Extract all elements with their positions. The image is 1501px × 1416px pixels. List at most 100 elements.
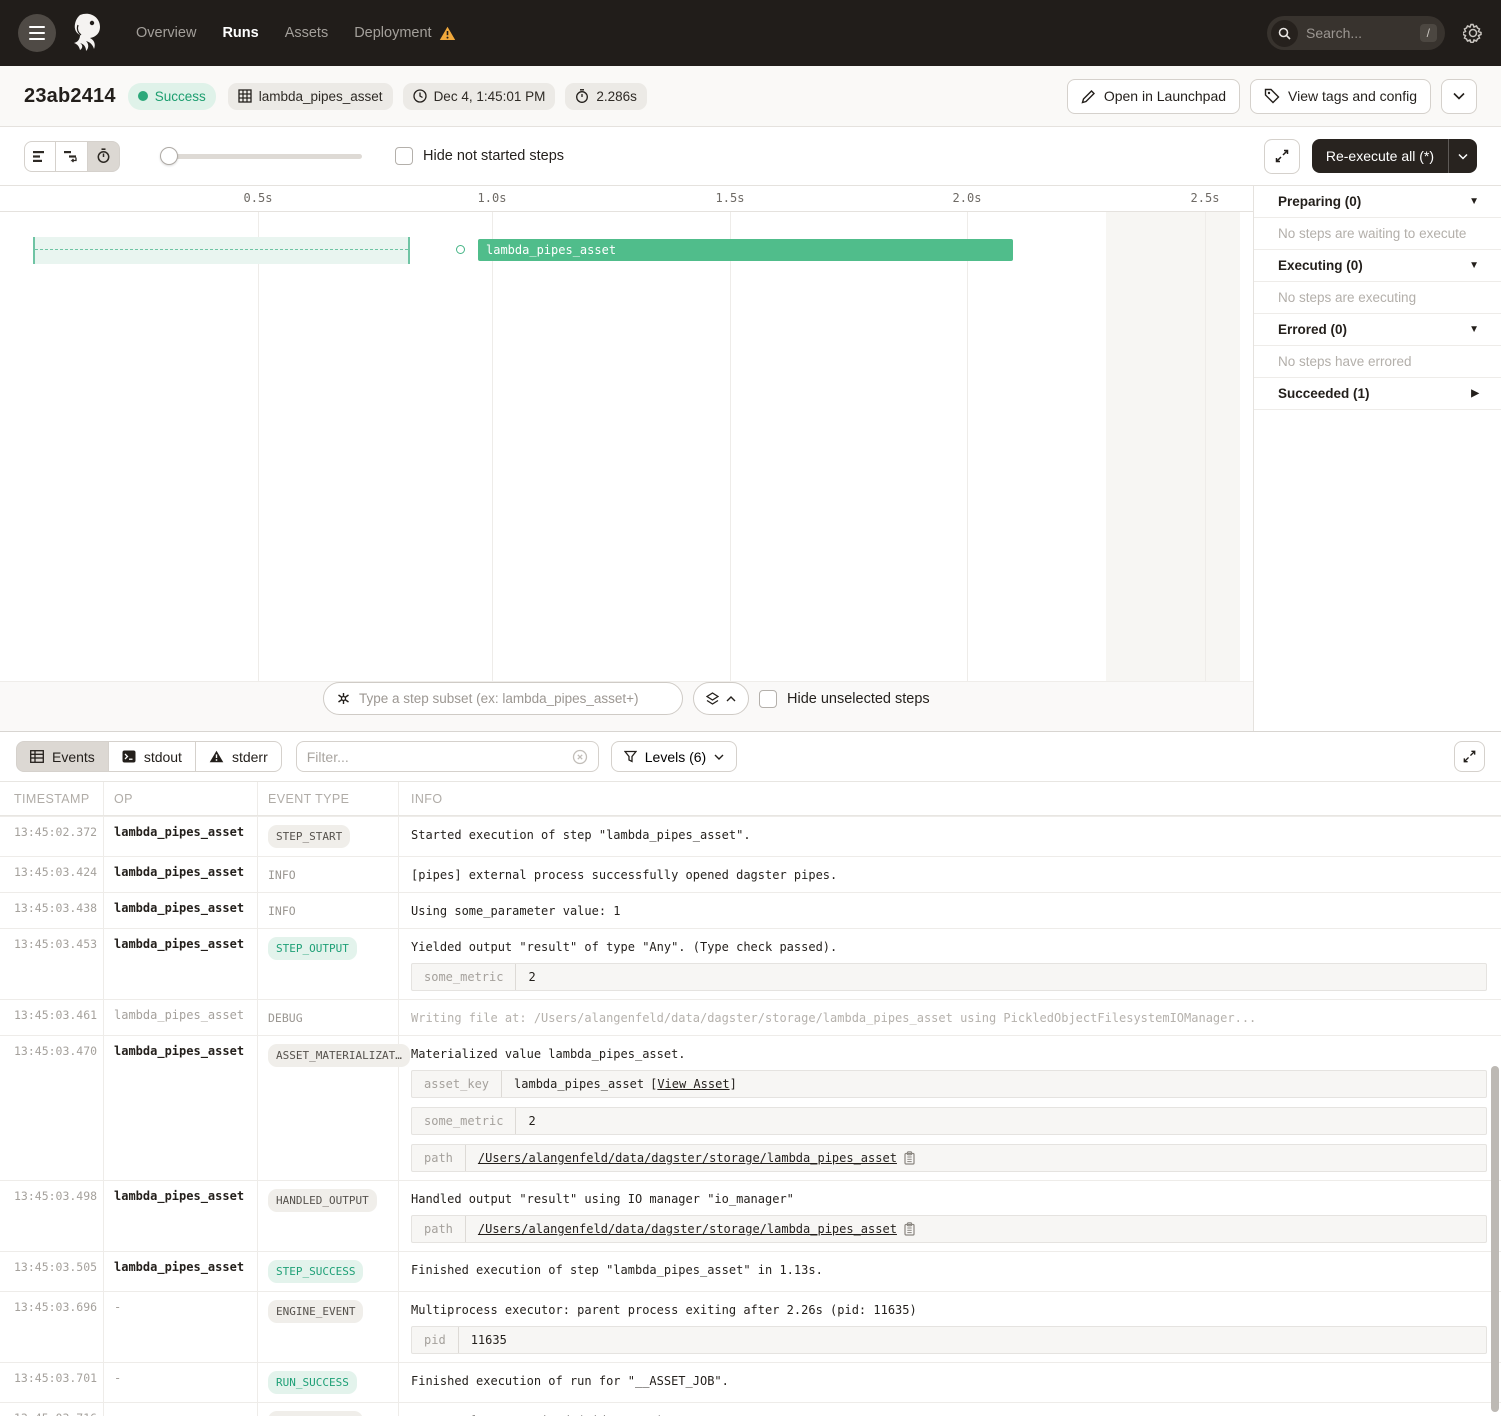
sidebar-section-message: No steps have errored — [1254, 346, 1501, 378]
event-log-row[interactable]: 13:45:03.498lambda_pipes_assetHANDLED_OU… — [0, 1181, 1501, 1252]
gantt-step-bar[interactable]: lambda_pipes_asset — [478, 239, 1013, 261]
sidebar-section-message: No steps are executing — [1254, 282, 1501, 314]
event-log-row[interactable]: 13:45:03.424lambda_pipes_assetINFO[pipes… — [0, 857, 1501, 893]
tab-stdout[interactable]: stdout — [109, 741, 196, 772]
gear-icon[interactable] — [1463, 23, 1483, 43]
view-asset-link[interactable]: View Asset — [657, 1077, 729, 1091]
run-tag[interactable]: 2.286s — [565, 83, 647, 110]
clock-icon — [413, 89, 427, 104]
hide-unselected-checkbox[interactable]: Hide unselected steps — [759, 690, 930, 708]
deployment-warning-icon — [439, 26, 456, 41]
tag-icon — [1264, 88, 1280, 104]
event-metadata-entry: asset_keylambda_pipes_asset[View Asset] — [411, 1070, 1487, 1098]
run-tag[interactable]: Dec 4, 1:45:01 PM — [403, 83, 556, 110]
event-timestamp: 13:45:03.453 — [0, 929, 104, 999]
event-log-row[interactable]: 13:45:03.505lambda_pipes_assetSTEP_SUCCE… — [0, 1252, 1501, 1292]
event-type-cell: STEP_OUTPUT — [258, 929, 399, 999]
event-op: lambda_pipes_asset — [104, 817, 258, 856]
axis-gridline — [730, 212, 731, 681]
reexecute-dropdown-button[interactable] — [1449, 153, 1477, 160]
nav-link-runs[interactable]: Runs — [222, 25, 258, 41]
reexecute-all-button[interactable]: Re-execute all (*) — [1312, 139, 1477, 173]
event-info-text: Finished execution of run for "__ASSET_J… — [411, 1374, 1487, 1388]
event-timestamp: 13:45:03.424 — [0, 857, 104, 892]
zoom-slider[interactable] — [162, 154, 362, 159]
sidebar-section-header[interactable]: Errored (0)▼ — [1254, 314, 1501, 346]
step-subset-input[interactable] — [359, 691, 670, 706]
event-log-row[interactable]: 13:45:03.470lambda_pipes_assetASSET_MATE… — [0, 1036, 1501, 1181]
search-input[interactable]: Search... / — [1267, 16, 1445, 50]
tab-stderr[interactable]: stderr — [196, 741, 282, 772]
event-type-label: INFO — [268, 901, 296, 918]
metadata-value-link[interactable]: /Users/alangenfeld/data/dagster/storage/… — [478, 1222, 897, 1236]
nav-link-assets[interactable]: Assets — [285, 25, 329, 41]
copy-icon[interactable] — [903, 1151, 916, 1165]
pencil-icon — [1081, 89, 1096, 104]
sidebar-section-header[interactable]: Executing (0)▼ — [1254, 250, 1501, 282]
zoom-slider-knob[interactable] — [160, 147, 178, 165]
nav-link-overview[interactable]: Overview — [136, 25, 196, 41]
gantt-toolbar: Hide not started steps Re-execute all (*… — [0, 127, 1501, 186]
nav-links: Overview Runs Assets Deployment — [136, 25, 456, 41]
run-tag-label: Dec 4, 1:45:01 PM — [434, 89, 546, 104]
chevron-down-icon[interactable]: ▼ — [1469, 260, 1479, 271]
checkbox-icon[interactable] — [759, 690, 777, 708]
waterfall-view-button[interactable] — [56, 141, 88, 172]
event-timestamp: 13:45:03.716 — [0, 1403, 104, 1416]
gantt-fullscreen-button[interactable] — [1264, 139, 1300, 174]
hamburger-menu-icon[interactable] — [18, 14, 56, 52]
view-tags-config-button[interactable]: View tags and config — [1250, 79, 1431, 114]
clear-filter-icon[interactable] — [572, 749, 588, 765]
graph-options-button[interactable] — [693, 682, 749, 715]
top-nav: Overview Runs Assets Deployment Search... / — [0, 0, 1501, 66]
log-filter-input[interactable] — [307, 749, 572, 765]
event-log-row[interactable]: 13:45:02.372lambda_pipes_asset STEP_START… — [0, 817, 1501, 857]
event-log-row[interactable]: 13:45:03.453lambda_pipes_assetSTEP_OUTPU… — [0, 929, 1501, 1000]
event-info-text: Multiprocess executor: parent process ex… — [411, 1303, 1487, 1317]
dagster-logo-icon[interactable] — [68, 11, 108, 55]
stopwatch-icon — [575, 89, 589, 104]
events-scrollbar[interactable] — [1491, 1066, 1499, 1412]
event-timestamp: 13:45:02.372 — [0, 817, 104, 856]
metadata-value-link[interactable]: /Users/alangenfeld/data/dagster/storage/… — [478, 1151, 897, 1165]
sidebar-section-header[interactable]: Succeeded (1)▶ — [1254, 378, 1501, 410]
hide-not-started-checkbox[interactable]: Hide not started steps — [395, 147, 564, 165]
event-log-row[interactable]: 13:45:03.701-RUN_SUCCESSFinished executi… — [0, 1363, 1501, 1403]
copy-icon[interactable] — [903, 1222, 916, 1236]
post-run-shaded-region — [1106, 212, 1240, 681]
levels-filter-button[interactable]: Levels (6) — [611, 741, 737, 772]
events-fullscreen-button[interactable] — [1454, 741, 1485, 772]
tab-events[interactable]: Events — [16, 741, 109, 772]
event-info-text: Started execution of step "lambda_pipes_… — [411, 828, 1487, 842]
event-type-badge: STEP_START — [268, 825, 350, 848]
events-table-body: captured_logsView stdout / stderr13:45:0… — [0, 816, 1501, 1416]
event-log-row[interactable]: 13:45:03.696-ENGINE_EVENTMultiprocess ex… — [0, 1292, 1501, 1363]
event-op: lambda_pipes_asset — [104, 893, 258, 928]
event-log-row[interactable]: 13:45:03.438lambda_pipes_assetINFOUsing … — [0, 893, 1501, 929]
event-log-row[interactable]: 13:45:03.461lambda_pipes_assetDEBUGWriti… — [0, 1000, 1501, 1036]
layers-icon — [706, 692, 719, 706]
event-metadata-entry: some_metric2 — [411, 963, 1487, 991]
run-id: 23ab2414 — [24, 85, 116, 108]
event-log-row[interactable]: 13:45:03.716-ENGINE_EVENTProcess for run… — [0, 1403, 1501, 1416]
chevron-down-icon[interactable]: ▼ — [1469, 324, 1479, 335]
job-grid-icon — [238, 89, 252, 104]
run-header-more-button[interactable] — [1441, 79, 1477, 114]
timed-view-button[interactable] — [88, 141, 120, 172]
flat-view-button[interactable] — [24, 141, 56, 172]
open-in-launchpad-button[interactable]: Open in Launchpad — [1067, 79, 1240, 114]
event-op: lambda_pipes_asset — [104, 857, 258, 892]
chevron-down-icon — [1458, 153, 1468, 160]
status-dot-icon — [138, 91, 148, 101]
run-tag[interactable]: lambda_pipes_asset — [228, 83, 393, 110]
nav-link-deployment[interactable]: Deployment — [354, 25, 455, 41]
chevron-down-icon[interactable]: ▼ — [1469, 196, 1479, 207]
chevron-right-icon[interactable]: ▶ — [1471, 388, 1479, 399]
event-timestamp: 13:45:03.701 — [0, 1363, 104, 1402]
event-info-text: Writing file at: /Users/alangenfeld/data… — [411, 1011, 1487, 1025]
event-info: Materialized value lambda_pipes_asset.as… — [399, 1036, 1501, 1180]
checkbox-icon[interactable] — [395, 147, 413, 165]
event-type-cell: HANDLED_OUTPUT — [258, 1181, 399, 1251]
sidebar-section-header[interactable]: Preparing (0)▼ — [1254, 186, 1501, 218]
metadata-asset-link[interactable]: [View Asset] — [650, 1077, 737, 1091]
